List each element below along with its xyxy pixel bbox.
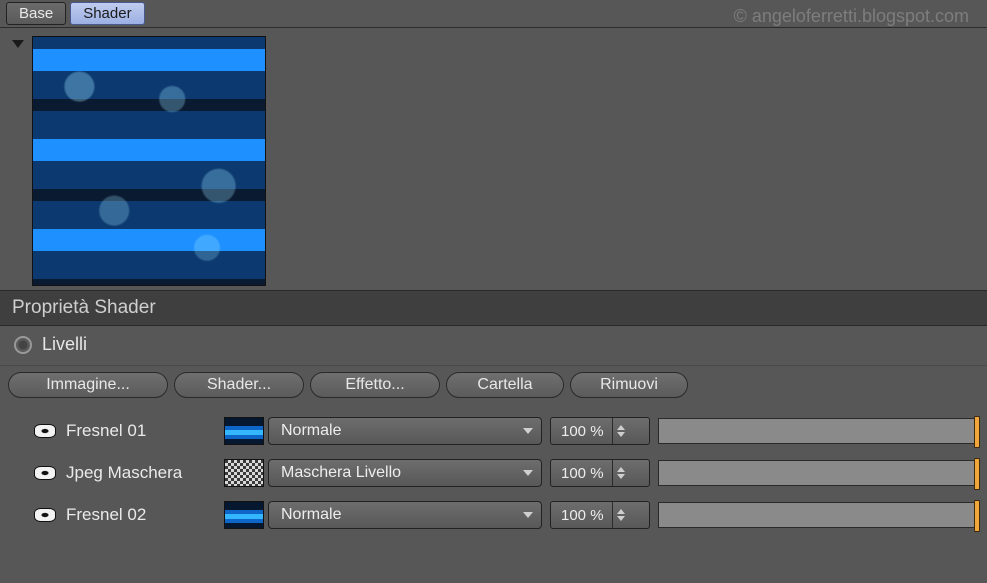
- shader-preview[interactable]: [32, 36, 266, 286]
- opacity-slider[interactable]: [658, 460, 979, 486]
- slider-handle[interactable]: [974, 458, 980, 490]
- levels-label: Livelli: [42, 334, 87, 355]
- effect-button[interactable]: Effetto...: [310, 372, 440, 398]
- opacity-spinner[interactable]: 100 %: [550, 459, 650, 487]
- opacity-spinner[interactable]: 100 %: [550, 501, 650, 529]
- layer-row[interactable]: Fresnel 02 Normale 100 %: [34, 494, 979, 536]
- blend-mode-value: Normale: [281, 422, 341, 440]
- blend-mode-dropdown[interactable]: Normale: [268, 501, 542, 529]
- chevron-down-icon: [523, 470, 533, 476]
- slider-handle[interactable]: [974, 500, 980, 532]
- section-title: Proprietà Shader: [0, 290, 987, 326]
- spinner-up-icon: [617, 425, 625, 430]
- opacity-value: 100 %: [551, 423, 612, 440]
- shader-button[interactable]: Shader...: [174, 372, 304, 398]
- opacity-slider[interactable]: [658, 502, 979, 528]
- visibility-eye-icon[interactable]: [34, 508, 56, 522]
- blend-mode-value: Maschera Livello: [281, 464, 401, 482]
- spinner-down-icon: [617, 432, 625, 437]
- expand-toggle-icon[interactable]: [12, 40, 24, 48]
- image-button[interactable]: Immagine...: [8, 372, 168, 398]
- layers-list: Fresnel 01 Normale 100 % Jpeg Maschera M…: [0, 410, 987, 548]
- visibility-eye-icon[interactable]: [34, 424, 56, 438]
- visibility-eye-icon[interactable]: [34, 466, 56, 480]
- blend-mode-dropdown[interactable]: Normale: [268, 417, 542, 445]
- tab-base[interactable]: Base: [6, 2, 66, 25]
- preview-row: [0, 28, 987, 290]
- spinner-up-icon: [617, 509, 625, 514]
- layer-row[interactable]: Fresnel 01 Normale 100 %: [34, 410, 979, 452]
- opacity-value: 100 %: [551, 507, 612, 524]
- mode-row: Livelli: [0, 326, 987, 366]
- folder-button[interactable]: Cartella: [446, 372, 564, 398]
- layer-name: Fresnel 01: [60, 421, 224, 441]
- layer-name: Fresnel 02: [60, 505, 224, 525]
- action-buttons-row: Immagine... Shader... Effetto... Cartell…: [0, 366, 987, 410]
- tab-shader[interactable]: Shader: [70, 2, 144, 25]
- spinner-down-icon: [617, 516, 625, 521]
- layer-swatch[interactable]: [224, 459, 264, 487]
- opacity-spinner[interactable]: 100 %: [550, 417, 650, 445]
- spinner-buttons[interactable]: [612, 460, 630, 486]
- remove-button[interactable]: Rimuovi: [570, 372, 688, 398]
- spinner-up-icon: [617, 467, 625, 472]
- watermark-text: © angeloferretti.blogspot.com: [734, 6, 969, 27]
- blend-mode-dropdown[interactable]: Maschera Livello: [268, 459, 542, 487]
- slider-handle[interactable]: [974, 416, 980, 448]
- layer-swatch[interactable]: [224, 417, 264, 445]
- layer-name: Jpeg Maschera: [60, 463, 224, 483]
- opacity-slider[interactable]: [658, 418, 979, 444]
- blend-mode-value: Normale: [281, 506, 341, 524]
- opacity-value: 100 %: [551, 465, 612, 482]
- layer-swatch[interactable]: [224, 501, 264, 529]
- chevron-down-icon: [523, 512, 533, 518]
- chevron-down-icon: [523, 428, 533, 434]
- levels-radio[interactable]: [14, 336, 32, 354]
- spinner-buttons[interactable]: [612, 502, 630, 528]
- spinner-buttons[interactable]: [612, 418, 630, 444]
- spinner-down-icon: [617, 474, 625, 479]
- layer-row[interactable]: Jpeg Maschera Maschera Livello 100 %: [34, 452, 979, 494]
